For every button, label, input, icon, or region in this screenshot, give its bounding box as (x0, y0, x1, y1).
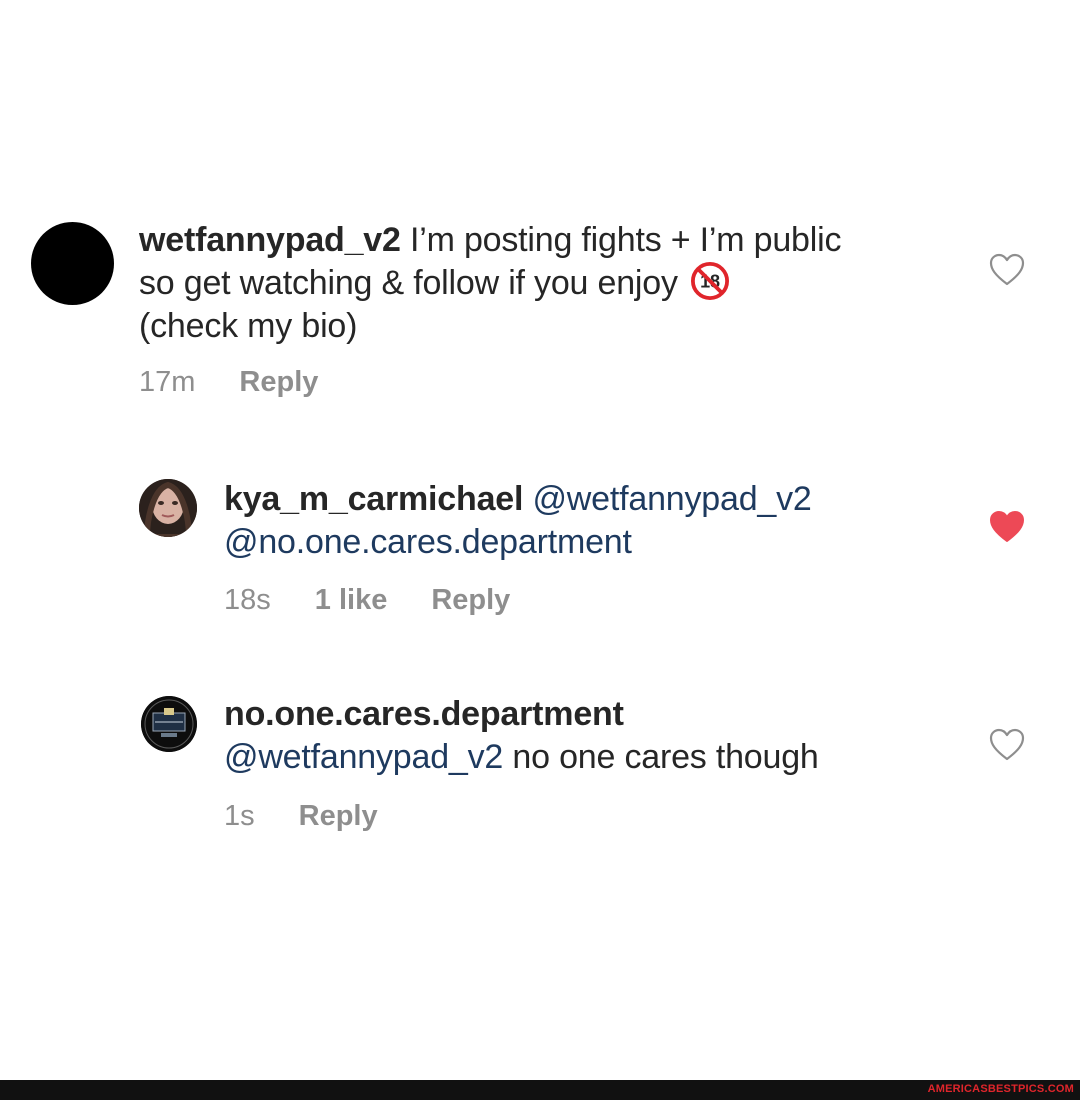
avatar[interactable] (139, 479, 197, 537)
comment-meta: 1s Reply (224, 800, 378, 833)
comment-meta: 17m Reply (139, 366, 318, 399)
mention-link[interactable]: @wetfannypad_v2 (523, 480, 811, 518)
department-logo-icon (141, 696, 197, 752)
avatar[interactable] (31, 222, 114, 305)
heart-filled-icon[interactable] (989, 510, 1025, 544)
comment-text: so get watching & follow if you enjoy (139, 264, 688, 302)
watermark-text: AMERICASBESTPICS.COM (927, 1083, 1074, 1095)
comment-username[interactable]: wetfannypad_v2 (139, 221, 401, 259)
avatar[interactable] (141, 696, 197, 752)
reply-button[interactable]: Reply (431, 584, 510, 617)
comment-body: wetfannypad_v2 I’m posting fights + I’m … (139, 219, 959, 348)
comment-text: no one cares though (503, 738, 819, 776)
mention-link[interactable]: @wetfannypad_v2 (224, 738, 503, 776)
comment-username[interactable]: no.one.cares.department (224, 695, 624, 733)
comment-time: 18s (224, 584, 271, 616)
comments-screen: wetfannypad_v2 I’m posting fights + I’m … (0, 0, 1080, 1100)
comment-body: kya_m_carmichael @wetfannypad_v2 @no.one… (224, 478, 964, 564)
comment-text: I’m posting fights + I’m public (400, 221, 842, 259)
heart-outline-icon[interactable] (989, 253, 1025, 287)
comment-time: 17m (139, 366, 196, 398)
comment-username[interactable]: kya_m_carmichael (224, 480, 523, 518)
heart-outline-icon[interactable] (989, 728, 1025, 762)
mention-link[interactable]: @no.one.cares.department (224, 523, 632, 561)
comment-time: 1s (224, 800, 255, 832)
watermark-bar: AMERICASBESTPICS.COM (0, 1080, 1080, 1100)
user-photo-icon (139, 479, 197, 537)
comment-text: (check my bio) (139, 307, 358, 345)
reply-button[interactable]: Reply (239, 366, 318, 399)
comment-meta: 18s 1 like Reply (224, 584, 510, 617)
reply-button[interactable]: Reply (299, 800, 378, 833)
no-under-18-icon: 18 (691, 262, 730, 300)
likes-count-button[interactable]: 1 like (315, 584, 388, 617)
comment-body: no.one.cares.department @wetfannypad_v2 … (224, 693, 964, 779)
